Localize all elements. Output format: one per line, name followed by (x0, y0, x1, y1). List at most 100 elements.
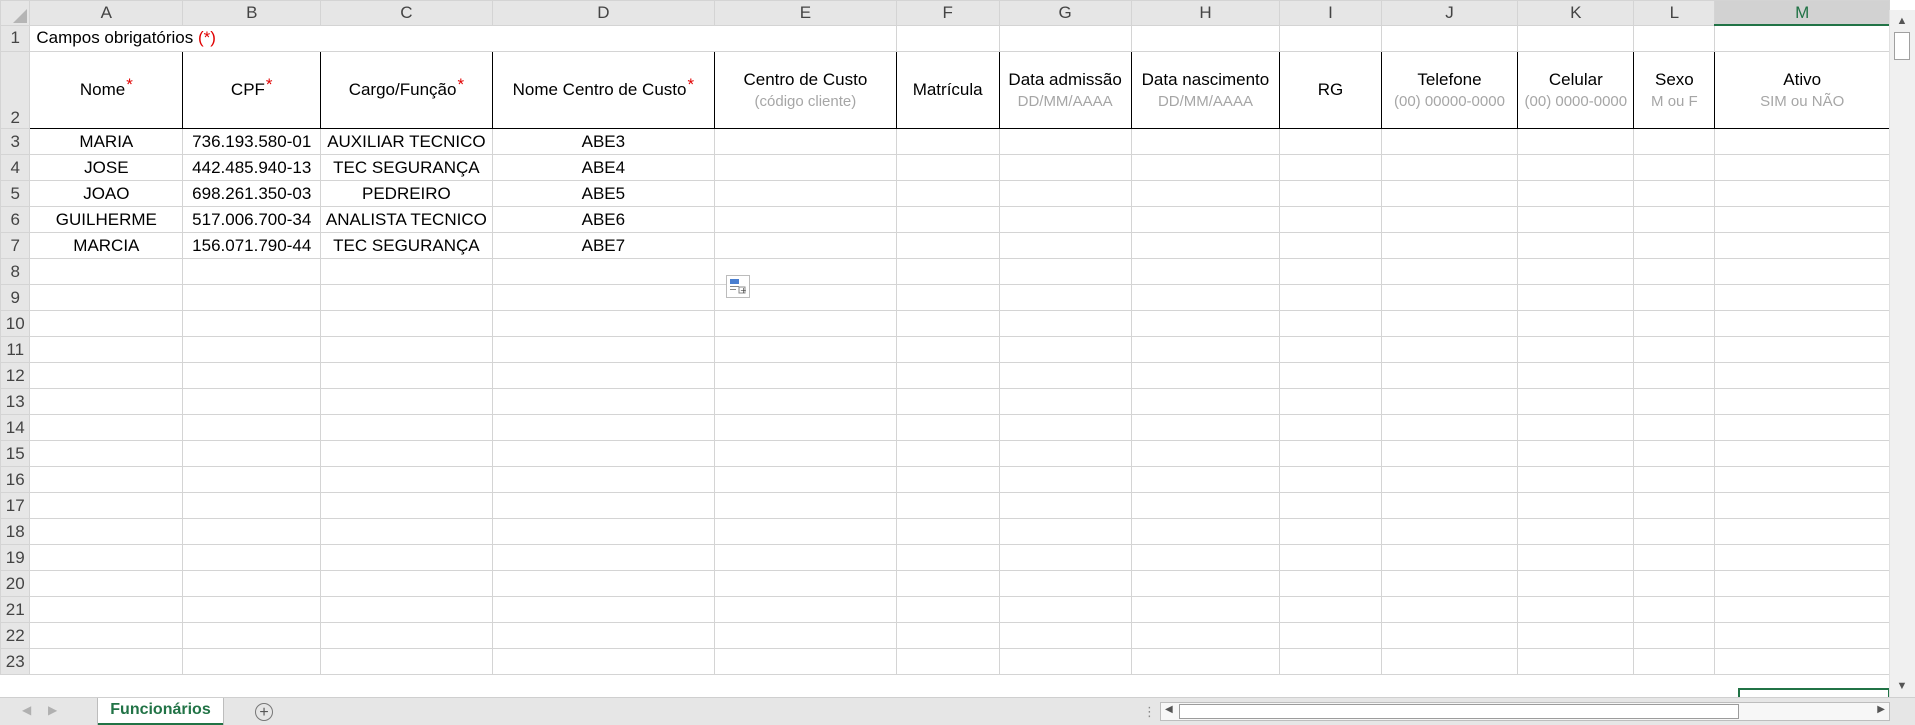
cell[interactable]: PEDREIRO (320, 180, 493, 207)
cell[interactable] (1714, 258, 1890, 285)
cell[interactable] (1517, 518, 1635, 545)
cell[interactable] (1380, 336, 1519, 363)
row-header[interactable]: 15 (0, 440, 31, 467)
cell[interactable] (1279, 648, 1382, 675)
cell[interactable]: TEC SEGURANÇA (320, 232, 493, 259)
cell[interactable] (714, 518, 897, 545)
cell[interactable] (29, 622, 184, 649)
cell[interactable] (1714, 596, 1890, 623)
cell[interactable] (29, 388, 184, 415)
cell[interactable] (895, 180, 1000, 207)
cell[interactable]: 156.071.790-44 (182, 232, 322, 259)
cell[interactable] (320, 336, 493, 363)
cell[interactable] (1130, 648, 1281, 675)
cell[interactable] (1633, 518, 1716, 545)
column-header-j[interactable]: J (1380, 0, 1519, 26)
cell[interactable] (29, 492, 184, 519)
cell[interactable] (1130, 492, 1281, 519)
cell[interactable] (1633, 544, 1716, 571)
header-cell[interactable]: Telefone (00) 00000-0000 (1380, 51, 1519, 129)
cell[interactable] (998, 336, 1132, 363)
cell[interactable] (1714, 440, 1890, 467)
cell[interactable] (182, 648, 322, 675)
cell[interactable] (182, 414, 322, 441)
cell[interactable] (1130, 596, 1281, 623)
cell[interactable] (895, 154, 1000, 181)
cell[interactable] (1517, 466, 1635, 493)
cell[interactable] (1380, 414, 1519, 441)
row-header[interactable]: 12 (0, 362, 31, 389)
cell[interactable] (1714, 544, 1890, 571)
cell[interactable] (998, 206, 1132, 233)
cell[interactable] (320, 544, 493, 571)
cell[interactable] (1279, 596, 1382, 623)
column-header-h[interactable]: H (1130, 0, 1281, 26)
cell[interactable] (998, 154, 1132, 181)
cell[interactable] (320, 440, 493, 467)
column-header-d[interactable]: D (491, 0, 716, 26)
cell[interactable] (1380, 518, 1519, 545)
cell[interactable] (714, 128, 897, 155)
cell[interactable] (1380, 24, 1519, 52)
cell[interactable] (491, 284, 716, 311)
cell[interactable] (491, 492, 716, 519)
cell[interactable] (714, 24, 897, 52)
cell[interactable] (182, 258, 322, 285)
cell[interactable] (320, 622, 493, 649)
cell[interactable] (998, 362, 1132, 389)
cell[interactable] (714, 440, 897, 467)
cell[interactable] (1380, 310, 1519, 337)
cell[interactable] (1517, 154, 1635, 181)
cell[interactable] (1517, 232, 1635, 259)
cell[interactable] (1130, 284, 1281, 311)
cell[interactable] (1517, 362, 1635, 389)
scroll-up-arrow-icon[interactable]: ▲ (1895, 14, 1909, 28)
cell[interactable] (29, 310, 184, 337)
cell[interactable] (1633, 284, 1716, 311)
cell[interactable] (29, 648, 184, 675)
column-header-i[interactable]: I (1279, 0, 1382, 26)
cell[interactable] (1714, 154, 1890, 181)
cell[interactable] (895, 232, 1000, 259)
cell[interactable] (895, 24, 1000, 52)
cell[interactable] (1633, 128, 1716, 155)
cell[interactable] (29, 414, 184, 441)
cell[interactable] (1517, 544, 1635, 571)
cell[interactable] (182, 440, 322, 467)
row-header[interactable]: 22 (0, 622, 31, 649)
cell[interactable] (895, 596, 1000, 623)
cell[interactable] (1380, 596, 1519, 623)
cell[interactable] (895, 258, 1000, 285)
cell[interactable] (1714, 492, 1890, 519)
cell[interactable] (320, 362, 493, 389)
cell[interactable] (1517, 596, 1635, 623)
cell[interactable] (491, 310, 716, 337)
cell[interactable] (895, 570, 1000, 597)
cell[interactable] (998, 544, 1132, 571)
cell-table[interactable]: ABCDEFGHIJKLM 1 Campos obrigatórios (*) … (0, 0, 1890, 675)
header-cell[interactable]: RG (1279, 51, 1382, 129)
cell[interactable] (320, 492, 493, 519)
cell[interactable] (714, 492, 897, 519)
cell[interactable] (29, 284, 184, 311)
column-header-c[interactable]: C (320, 0, 493, 26)
cell[interactable]: 442.485.940-13 (182, 154, 322, 181)
cell[interactable] (491, 466, 716, 493)
cell[interactable]: ABE6 (491, 206, 716, 233)
cell[interactable] (1279, 24, 1382, 52)
cell[interactable] (29, 258, 184, 285)
add-sheet-icon[interactable]: + (255, 703, 273, 721)
cell[interactable] (998, 414, 1132, 441)
cell[interactable] (29, 466, 184, 493)
row-header[interactable]: 6 (0, 206, 31, 233)
cell[interactable] (998, 310, 1132, 337)
cell[interactable] (29, 518, 184, 545)
cell[interactable]: JOSE (29, 154, 184, 181)
row-header[interactable]: 3 (0, 128, 31, 155)
cell[interactable] (1714, 180, 1890, 207)
cell[interactable] (1714, 518, 1890, 545)
cell[interactable] (1517, 648, 1635, 675)
column-header-g[interactable]: G (998, 0, 1132, 26)
cell[interactable] (1517, 128, 1635, 155)
cell[interactable] (1380, 284, 1519, 311)
